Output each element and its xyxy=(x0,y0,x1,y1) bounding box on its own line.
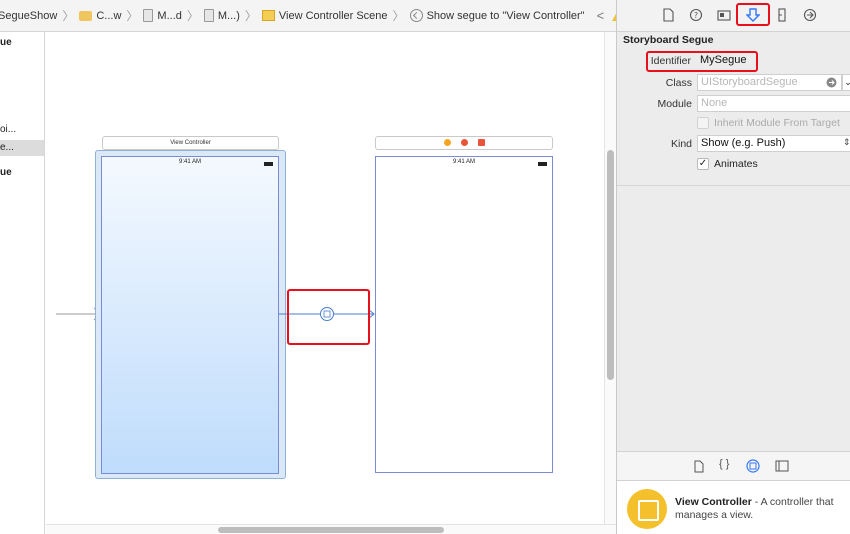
code-snippet-icon[interactable]: { } xyxy=(719,458,729,470)
scene-icon xyxy=(261,10,275,21)
jump-bar: SegueShow 〉 C...w 〉 M...d 〉 M...) 〉 View Con… xyxy=(0,0,617,32)
segue-highlight xyxy=(287,289,370,345)
scroll-thumb[interactable] xyxy=(607,150,614,380)
identifier-label: Identifier xyxy=(650,55,691,67)
status-bar: 9:41 AM xyxy=(376,159,552,166)
vertical-scrollbar[interactable] xyxy=(604,32,616,524)
file-icon xyxy=(143,9,154,22)
class-label: Class xyxy=(665,77,692,89)
status-bar: 9:41 AM xyxy=(102,159,278,166)
crumb-project-label: SegueShow xyxy=(0,9,58,22)
chevron-right-icon: 〉 xyxy=(244,9,257,23)
inherit-module-checkbox[interactable] xyxy=(697,117,709,129)
section-title: Storyboard Segue xyxy=(623,34,714,46)
status-time: 9:41 AM xyxy=(178,159,201,165)
file-icon xyxy=(203,9,214,22)
library-item-text: View Controller - A controller that mana… xyxy=(675,496,847,522)
crumb-project[interactable]: SegueShow 〉 xyxy=(0,0,79,31)
kind-label: Kind xyxy=(670,138,692,150)
scene-title-bar[interactable]: View Controller xyxy=(102,136,279,150)
crumb-segue-label: Show segue to "View Controller" xyxy=(426,9,585,22)
source-view-controller[interactable]: 9:41 AM xyxy=(101,156,279,474)
library-item-desc: - A controller that xyxy=(754,496,834,508)
storyboard-canvas[interactable]: View Controller 9:41 AM 9:41 AM xyxy=(46,32,604,524)
connections-inspector-icon[interactable] xyxy=(803,8,817,22)
view-controller-icon xyxy=(627,489,667,529)
outline-item[interactable]: oi... xyxy=(0,124,16,135)
crumb-storyboard-label: M...d xyxy=(157,9,182,22)
inspector-panel: ? Storyboard Segue Identifier MySegue Cl… xyxy=(616,0,850,534)
chevron-right-icon: 〉 xyxy=(62,9,75,23)
module-field[interactable]: None xyxy=(697,95,850,112)
file-template-icon[interactable] xyxy=(693,460,705,473)
battery-icon xyxy=(264,162,273,166)
quick-help-icon[interactable]: ? xyxy=(689,8,703,22)
folder-icon xyxy=(79,10,93,21)
crumb-scene[interactable]: View Controller Scene 〉 xyxy=(261,0,410,31)
module-label: Module xyxy=(657,98,692,110)
chevron-down-icon[interactable]: ⌄ xyxy=(842,74,850,91)
go-to-class-icon[interactable] xyxy=(826,77,837,88)
view-controller-dock-icon[interactable] xyxy=(443,139,451,146)
outline-item[interactable]: ue xyxy=(0,167,12,178)
file-inspector-icon[interactable] xyxy=(661,8,675,22)
horizontal-scrollbar[interactable] xyxy=(46,524,616,534)
crumb-scene-label: View Controller Scene xyxy=(278,9,388,22)
library-item-desc: manages a view. xyxy=(675,509,754,521)
crumb-storyboard[interactable]: M...d 〉 xyxy=(143,0,203,31)
destination-view-controller[interactable]: 9:41 AM xyxy=(375,156,553,473)
animates-checkbox[interactable]: ✓ xyxy=(697,158,709,170)
class-field[interactable]: UIStoryboardSegue xyxy=(697,74,842,91)
attributes-inspector-icon[interactable] xyxy=(746,8,760,22)
crumb-folder-label: C...w xyxy=(96,9,122,22)
crumb-folder[interactable]: C...w 〉 xyxy=(79,0,143,31)
divider xyxy=(617,185,850,186)
size-inspector-icon[interactable] xyxy=(775,8,789,22)
segue-icon xyxy=(409,9,423,22)
crumb-storyboard-base-label: M...) xyxy=(217,9,240,22)
inspector-tab-bar: ? xyxy=(617,0,850,32)
library-item[interactable]: View Controller - A controller that mana… xyxy=(617,481,850,534)
battery-icon xyxy=(538,162,547,166)
chevron-right-icon: 〉 xyxy=(126,9,139,23)
first-responder-icon[interactable] xyxy=(460,139,468,146)
up-down-chevron-icon[interactable]: ⇕ xyxy=(843,137,850,148)
chevron-right-icon: 〉 xyxy=(392,9,405,23)
library-panel: { } View Controller - A controller that … xyxy=(617,451,850,534)
media-library-icon[interactable] xyxy=(775,460,789,472)
exit-icon[interactable] xyxy=(477,139,485,146)
outline-item-selected[interactable]: e... xyxy=(0,140,44,156)
back-button[interactable]: < xyxy=(593,8,609,23)
kind-popup[interactable]: Show (e.g. Push) xyxy=(697,135,850,152)
document-outline: ue oi... e... ue xyxy=(0,32,45,534)
object-library-icon[interactable] xyxy=(746,459,760,473)
crumb-storyboard-base[interactable]: M...) 〉 xyxy=(203,0,262,31)
svg-text:?: ? xyxy=(694,11,698,20)
scene-dock[interactable] xyxy=(375,136,553,150)
library-item-title: View Controller xyxy=(675,496,752,508)
status-time: 9:41 AM xyxy=(452,159,475,165)
crumb-segue[interactable]: Show segue to "View Controller" xyxy=(409,0,585,31)
animates-label: Animates xyxy=(714,158,758,170)
identity-inspector-icon[interactable] xyxy=(717,8,731,22)
identifier-field[interactable]: MySegue xyxy=(697,53,850,70)
library-tab-bar: { } xyxy=(617,452,850,481)
chevron-right-icon: 〉 xyxy=(186,9,199,23)
inherit-module-label: Inherit Module From Target xyxy=(714,117,840,129)
outline-item[interactable]: ue xyxy=(0,37,12,48)
scroll-thumb[interactable] xyxy=(218,527,444,533)
